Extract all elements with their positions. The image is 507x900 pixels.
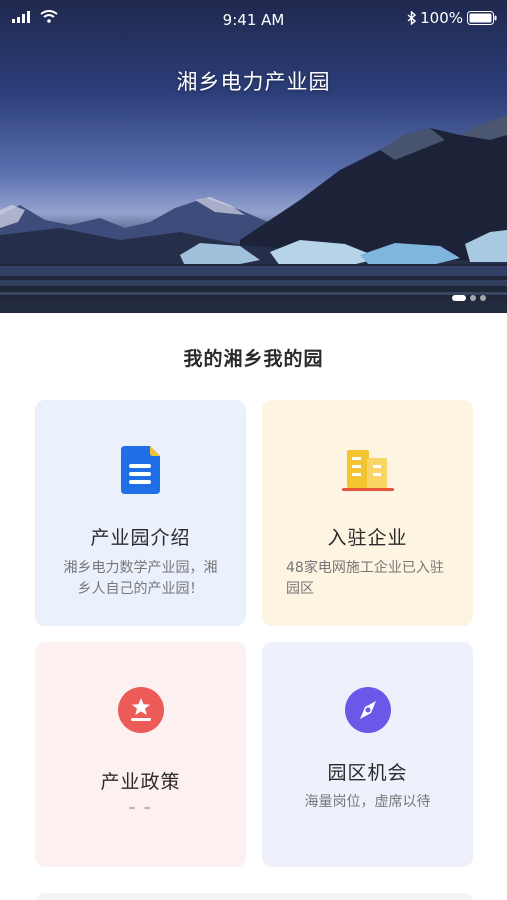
star-badge-icon: [117, 687, 164, 733]
card-description: 48家电网施工企业已入驻园区: [286, 560, 444, 597]
card-description: 海量岗位，虚席以待: [304, 794, 431, 810]
battery-icon: [467, 11, 497, 25]
carousel-dot[interactable]: [452, 295, 466, 301]
main-content: 我的湘乡我的园 产业园介绍 湘乡电力数学产业园，湘乡人自己的产业园！ 入驻企业 …: [0, 313, 507, 900]
card-title: 产业园介绍: [90, 527, 191, 549]
bluetooth-icon: [407, 11, 417, 25]
card-title: 产业政策: [100, 771, 181, 793]
card-park-intro[interactable]: 产业园介绍 湘乡电力数学产业园，湘乡人自己的产业园！: [35, 400, 246, 626]
card-description: – –: [128, 800, 153, 816]
card-title: 入驻企业: [327, 527, 408, 549]
card-enterprises[interactable]: 入驻企业 48家电网施工企业已入驻园区: [262, 400, 473, 626]
mountain-lake-image: [0, 115, 507, 313]
hero-title: 湘乡电力产业园: [176, 70, 331, 94]
battery-percent: 100%: [420, 9, 463, 27]
document-icon: [120, 446, 160, 494]
carousel-dot[interactable]: [470, 295, 476, 301]
card-park-opportunity[interactable]: 园区机会 海量岗位，虚席以待: [262, 642, 473, 867]
next-card-peek: [35, 893, 473, 900]
card-title: 园区机会: [327, 762, 408, 784]
status-bar: 9:41 AM 100%: [0, 0, 507, 40]
card-industry-policy[interactable]: 产业政策 – –: [35, 642, 246, 867]
card-description: 湘乡电力数学产业园，湘乡人自己的产业园！: [63, 560, 218, 597]
carousel-dot[interactable]: [480, 295, 486, 301]
compass-icon: [344, 687, 391, 733]
carousel-indicator[interactable]: [452, 295, 486, 301]
buildings-icon: [341, 450, 394, 491]
hero-banner[interactable]: 9:41 AM 100% 湘乡电力产业园: [0, 0, 507, 313]
section-title: 我的湘乡我的园: [183, 348, 324, 370]
